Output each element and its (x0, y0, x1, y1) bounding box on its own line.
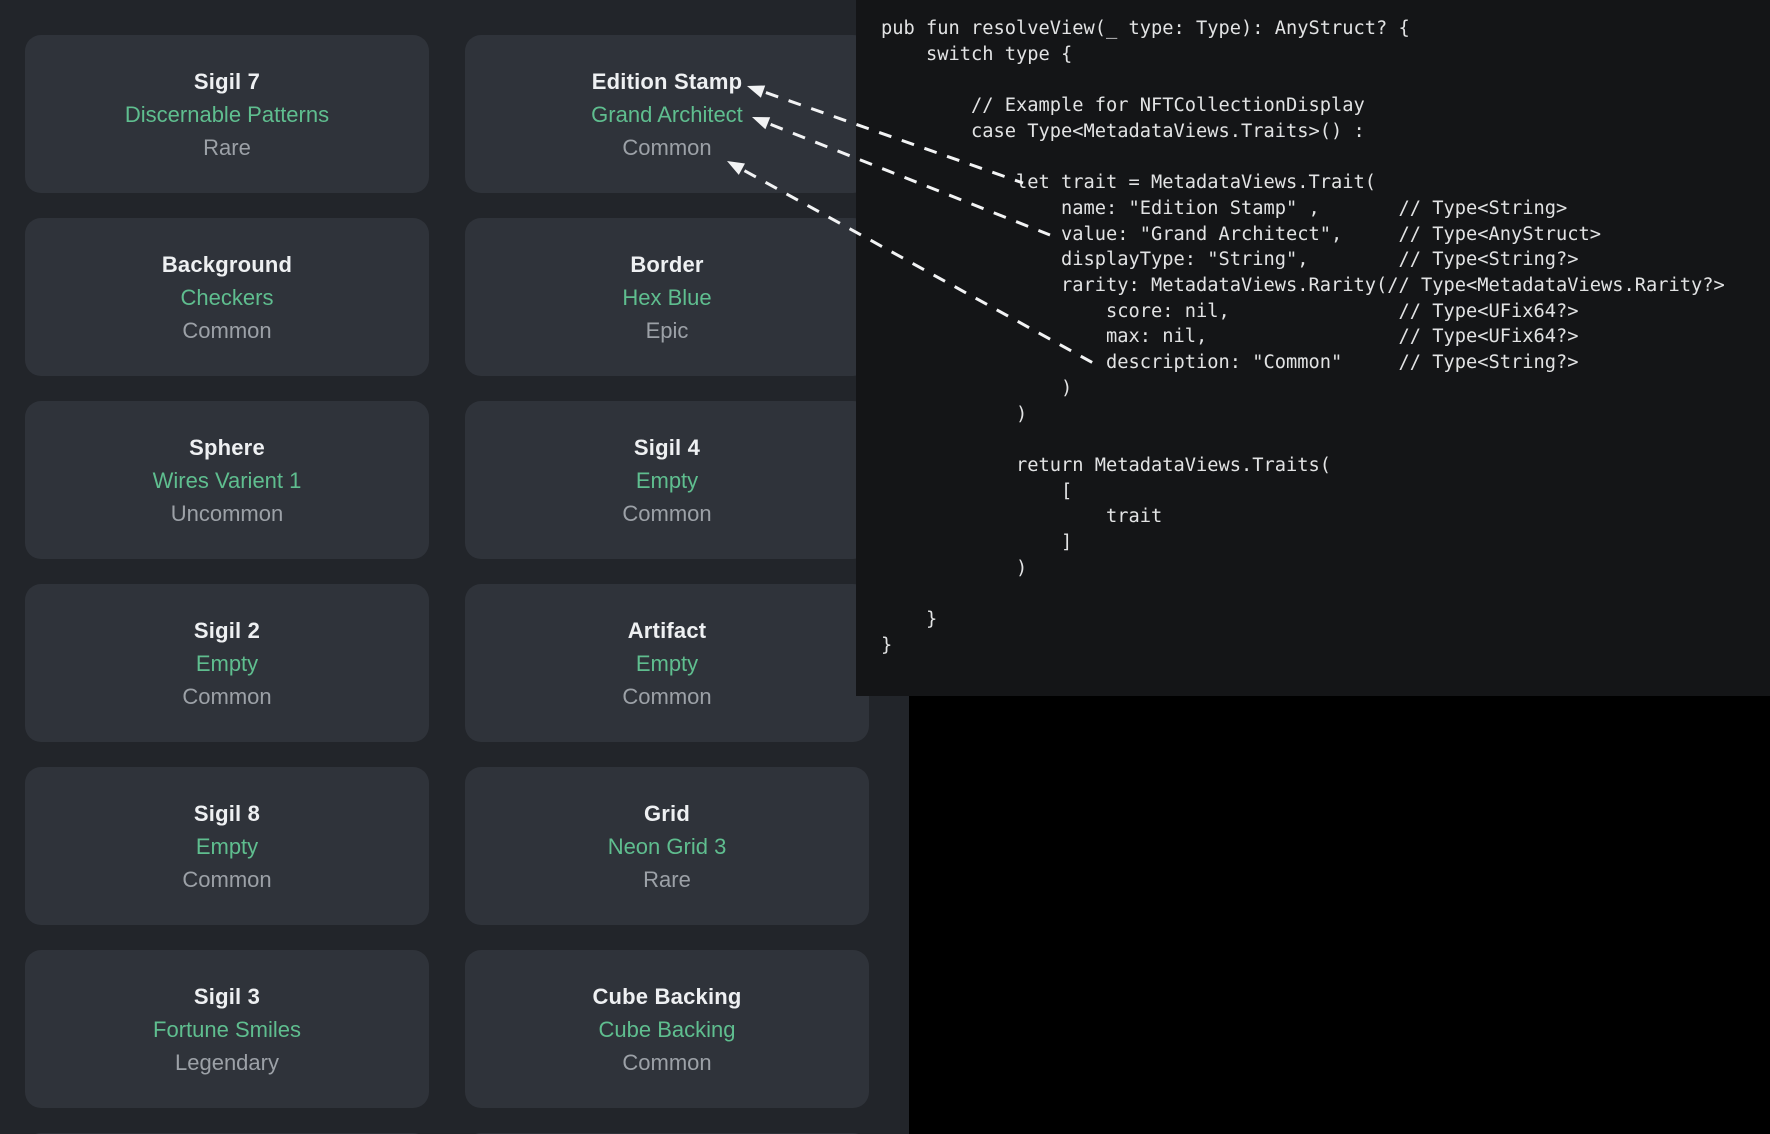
trait-card: Edition Stamp Grand Architect Common (465, 35, 869, 193)
trait-title: Sigil 7 (194, 65, 260, 98)
trait-title: Sigil 4 (634, 431, 700, 464)
trait-card: Cube Backing Cube Backing Common (465, 950, 869, 1108)
trait-card: Background Checkers Common (25, 218, 429, 376)
trait-rarity: Epic (646, 314, 689, 347)
trait-value: Checkers (181, 281, 274, 314)
trait-value: Empty (636, 647, 698, 680)
trait-value: Neon Grid 3 (608, 830, 727, 863)
trait-value: Fortune Smiles (153, 1013, 301, 1046)
trait-title: Sigil 2 (194, 614, 260, 647)
trait-value: Discernable Patterns (125, 98, 329, 131)
trait-value: Wires Varient 1 (153, 464, 302, 497)
trait-value: Empty (196, 647, 258, 680)
trait-value: Hex Blue (622, 281, 711, 314)
trait-rarity: Rare (643, 863, 691, 896)
trait-value: Empty (196, 830, 258, 863)
trait-value: Grand Architect (591, 98, 743, 131)
trait-rarity: Common (182, 863, 271, 896)
trait-card: Grid Neon Grid 3 Rare (465, 767, 869, 925)
trait-card: Sigil 4 Empty Common (465, 401, 869, 559)
trait-card: Sigil 7 Discernable Patterns Rare (25, 35, 429, 193)
code-block: pub fun resolveView(_ type: Type): AnySt… (856, 0, 1770, 659)
trait-rarity: Uncommon (171, 497, 283, 530)
trait-card: Sigil 2 Empty Common (25, 584, 429, 742)
trait-card: Artifact Empty Common (465, 584, 869, 742)
trait-card: Sigil 8 Empty Common (25, 767, 429, 925)
trait-value: Empty (636, 464, 698, 497)
trait-card: Sphere Wires Varient 1 Uncommon (25, 401, 429, 559)
trait-title: Sphere (189, 431, 265, 464)
trait-title: Grid (644, 797, 690, 830)
trait-rarity: Common (182, 680, 271, 713)
trait-rarity: Common (622, 497, 711, 530)
trait-rarity: Common (622, 131, 711, 164)
cadence-code-panel: pub fun resolveView(_ type: Type): AnySt… (856, 0, 1770, 696)
trait-rarity: Common (622, 680, 711, 713)
trait-rarity: Legendary (175, 1046, 279, 1079)
trait-rarity: Common (622, 1046, 711, 1079)
trait-card: Border Hex Blue Epic (465, 218, 869, 376)
trait-title: Border (630, 248, 703, 281)
trait-title: Edition Stamp (592, 65, 743, 98)
traits-grid: Sigil 7 Discernable Patterns Rare Editio… (25, 35, 869, 1134)
nft-traits-panel: Sigil 7 Discernable Patterns Rare Editio… (0, 0, 909, 1134)
trait-title: Sigil 8 (194, 797, 260, 830)
screenshot-root: Sigil 7 Discernable Patterns Rare Editio… (0, 0, 1770, 1134)
trait-title: Sigil 3 (194, 980, 260, 1013)
trait-card: Sigil 3 Fortune Smiles Legendary (25, 950, 429, 1108)
trait-rarity: Common (182, 314, 271, 347)
trait-rarity: Rare (203, 131, 251, 164)
trait-title: Artifact (628, 614, 707, 647)
trait-value: Cube Backing (599, 1013, 736, 1046)
trait-title: Background (162, 248, 292, 281)
trait-title: Cube Backing (592, 980, 741, 1013)
